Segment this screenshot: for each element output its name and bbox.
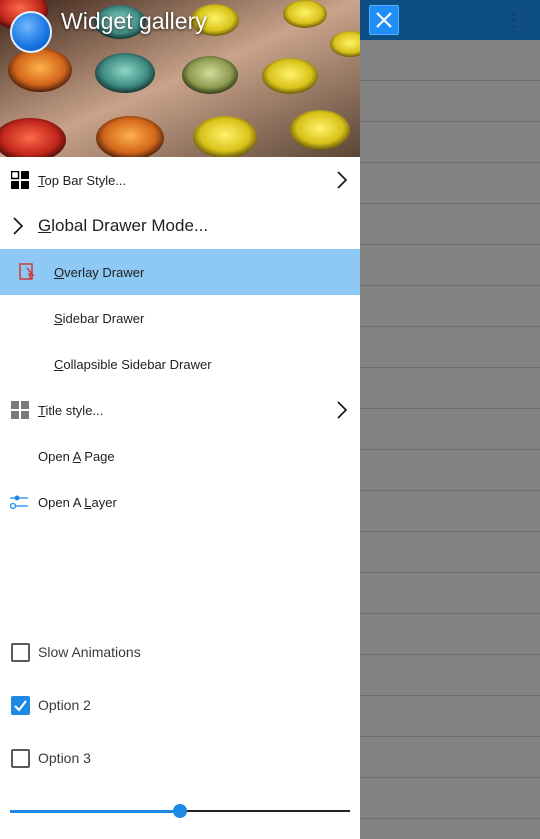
menu-item-label: Open A Page (38, 448, 115, 464)
checkbox-option-3[interactable]: Option 3 (0, 738, 360, 778)
avatar (10, 11, 52, 53)
menu-item-label: Collapsible Sidebar Drawer (54, 356, 212, 372)
drawer-title: Widget gallery (61, 8, 207, 34)
menu-item-top-bar-style[interactable]: Top Bar Style... (0, 157, 360, 203)
close-drawer-button[interactable] (369, 5, 399, 35)
drawer-header: Widget gallery (0, 0, 360, 157)
menu-item-open-a-page[interactable]: Open A Page (0, 433, 360, 479)
slider[interactable] (10, 802, 350, 820)
overlay-drawer-icon (19, 263, 36, 280)
menu-item-title-style[interactable]: Title style... (0, 387, 360, 433)
chevron-right-icon (337, 171, 348, 189)
checkbox-box[interactable] (11, 748, 30, 768)
checkbox-option-2[interactable]: Option 2 (0, 685, 360, 725)
menu-item-overlay-drawer[interactable]: Overlay Drawer (0, 249, 360, 295)
checkbox-label: Option 3 (38, 750, 91, 766)
check-icon (14, 699, 27, 712)
menu-item-global-drawer-mode[interactable]: Global Drawer Mode... (0, 203, 360, 249)
menu-item-label: Sidebar Drawer (54, 310, 145, 326)
sliders-icon (10, 495, 28, 510)
menu-item-label: Global Drawer Mode... (38, 216, 209, 235)
checkbox-box-checked[interactable] (11, 695, 30, 715)
menu-item-sidebar-drawer[interactable]: Sidebar Drawer (0, 295, 360, 341)
menu-item-label: Title style... (38, 402, 104, 418)
menu-item-label: Top Bar Style... (38, 172, 127, 188)
close-icon (376, 12, 392, 28)
menu-item-label: Open A Layer (38, 494, 117, 510)
navigation-drawer: Widget gallery Top Bar Style... Global D… (0, 0, 360, 839)
chevron-right-icon (13, 217, 24, 235)
checkbox-label: Option 2 (38, 697, 91, 713)
checkbox-slow-animations[interactable]: Slow Animations (0, 632, 360, 672)
menu-item-label: Overlay Drawer (54, 264, 145, 280)
slider-fill (10, 810, 180, 813)
checkbox-box[interactable] (11, 642, 30, 662)
menu-item-collapsible-sidebar-drawer[interactable]: Collapsible Sidebar Drawer (0, 341, 360, 387)
menu-item-open-a-layer[interactable]: Open A Layer (0, 479, 360, 525)
chevron-right-icon (337, 401, 348, 419)
table-grid-icon (11, 401, 29, 419)
qr-grid-icon (11, 171, 29, 189)
checkbox-label: Slow Animations (38, 644, 141, 660)
slider-thumb[interactable] (173, 804, 187, 818)
